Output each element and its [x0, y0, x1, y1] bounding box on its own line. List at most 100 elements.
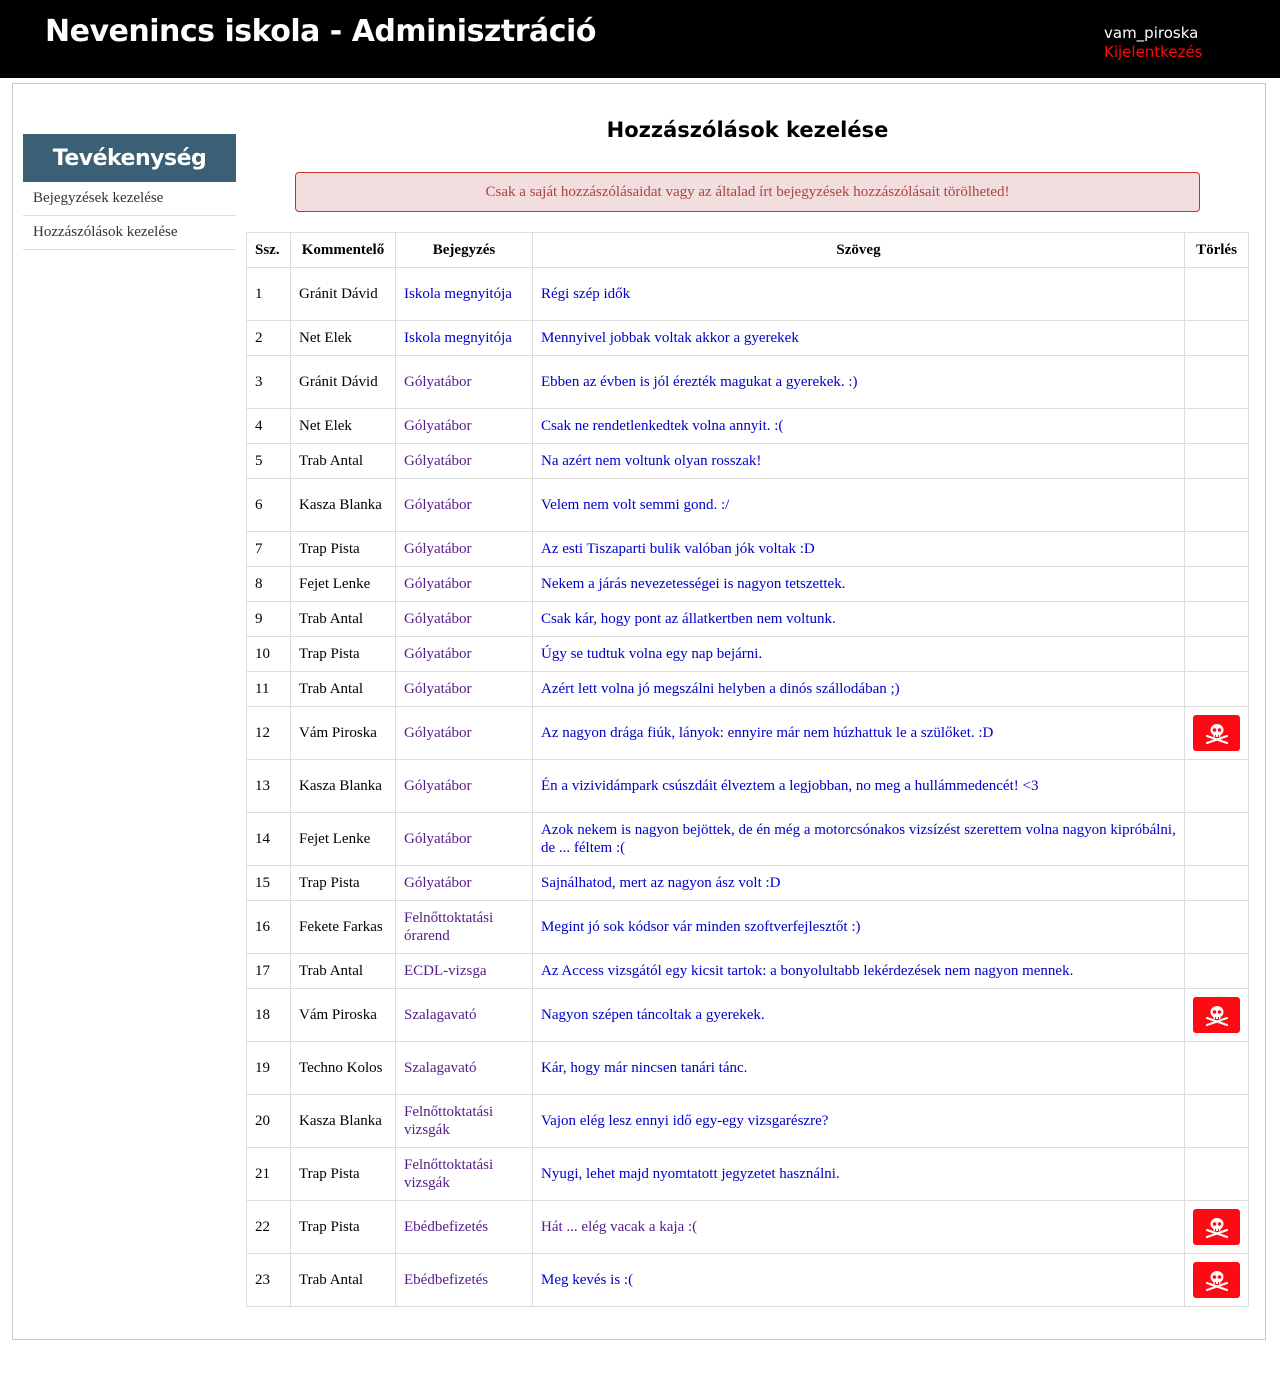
row-post-link[interactable]: ECDL-vizsga [404, 963, 486, 979]
row-text-cell: Csak kár, hogy pont az állatkertben nem … [532, 601, 1185, 637]
row-post-link[interactable]: Gólyatábor [404, 611, 471, 627]
row-author: Trab Antal [290, 953, 396, 989]
row-author: Fekete Farkas [290, 900, 396, 954]
row-text-link[interactable]: Csak ne rendetlenkedtek volna annyit. :( [541, 418, 783, 434]
row-text-link[interactable]: Azok nekem is nagyon bejöttek, de én még… [541, 822, 1176, 856]
row-text-link[interactable]: Ebben az évben is jól érezték magukat a … [541, 374, 858, 390]
row-delete-cell [1184, 706, 1249, 760]
sidebar-item-posts[interactable]: Bejegyzések kezelése [23, 182, 236, 216]
sidebar-item-comments[interactable]: Hozzászólások kezelése [23, 216, 236, 250]
row-author: Trab Antal [290, 671, 396, 707]
row-post-link[interactable]: Gólyatábor [404, 681, 471, 697]
row-post-cell: Gólyatábor [395, 812, 533, 866]
row-text-link[interactable]: Velem nem volt semmi gond. :/ [541, 497, 729, 513]
row-number: 10 [246, 636, 291, 672]
row-delete-cell [1184, 759, 1249, 813]
page-title: Hozzászólások kezelése [606, 118, 889, 142]
row-text-link[interactable]: Megint jó sok kódsor vár minden szoftver… [541, 919, 861, 935]
row-text-link[interactable]: Vajon elég lesz ennyi idő egy-egy vizsga… [541, 1113, 828, 1129]
row-text-link[interactable]: Nyugi, lehet majd nyomtatott jegyzetet h… [541, 1166, 840, 1182]
delete-button[interactable] [1193, 1209, 1240, 1245]
delete-button[interactable] [1193, 1262, 1240, 1298]
delete-button[interactable] [1193, 997, 1240, 1033]
row-author: Trap Pista [290, 531, 396, 567]
row-text-link[interactable]: Az esti Tiszaparti bulik valóban jók vol… [541, 541, 815, 557]
row-post-link[interactable]: Iskola megnyitója [404, 286, 512, 302]
column-header-number: Ssz. [246, 232, 291, 268]
site-title: Nevenincs iskola - Adminisztráció [45, 14, 596, 49]
row-author: Trab Antal [290, 601, 396, 637]
table-row: 7 Trap Pista Gólyatábor Az esti Tiszaparti … [246, 531, 1249, 567]
row-text-link[interactable]: Hát ... elég vacak a kaja :( [541, 1219, 697, 1235]
row-text-cell: Én a vizividámpark csúszdáit élveztem a … [532, 759, 1185, 813]
row-post-link[interactable]: Ebédbefizetés [404, 1219, 488, 1235]
row-text-link[interactable]: Sajnálhatod, mert az nagyon ász volt :D [541, 875, 781, 891]
row-post-link[interactable]: Felnőttoktatási vizsgák [404, 1104, 493, 1138]
row-post-link[interactable]: Szalagavató [404, 1007, 476, 1023]
table-row: 10 Trap Pista Gólyatábor Úgy se tudtuk voln… [246, 636, 1249, 672]
row-author: Fejet Lenke [290, 566, 396, 602]
sidebar: Tevékenység Bejegyzések kezelése Hozzász… [23, 134, 236, 250]
row-post-link[interactable]: Ebédbefizetés [404, 1272, 488, 1288]
top-bar: Nevenincs iskola - Adminisztráció vam_pi… [0, 0, 1280, 78]
row-post-link[interactable]: Gólyatábor [404, 541, 471, 557]
delete-button[interactable] [1193, 715, 1240, 751]
row-text-cell: Az esti Tiszaparti bulik valóban jók vol… [532, 531, 1185, 567]
row-post-link[interactable]: Gólyatábor [404, 725, 471, 741]
row-number: 14 [246, 812, 291, 866]
table-row: 4 Net Elek Gólyatábor Csak ne rendetlenkedt… [246, 408, 1249, 444]
row-number: 15 [246, 865, 291, 901]
row-post-link[interactable]: Gólyatábor [404, 497, 471, 513]
row-text-link[interactable]: Az Access vizsgától egy kicsit tartok: a… [541, 963, 1073, 979]
logout-link[interactable]: Kijelentkezés [1104, 43, 1202, 62]
row-post-cell: Szalagavató [395, 1041, 533, 1095]
row-delete-cell [1184, 408, 1249, 444]
row-post-cell: Gólyatábor [395, 355, 533, 409]
row-text-link[interactable]: Mennyivel jobbak voltak akkor a gyerekek [541, 330, 799, 346]
row-text-link[interactable]: Az nagyon drága fiúk, lányok: ennyire má… [541, 725, 993, 741]
row-post-link[interactable]: Gólyatábor [404, 453, 471, 469]
row-post-link[interactable]: Gólyatábor [404, 646, 471, 662]
row-post-link[interactable]: Iskola megnyitója [404, 330, 512, 346]
row-text-link[interactable]: Én a vizividámpark csúszdáit élveztem a … [541, 778, 1038, 794]
row-text-link[interactable]: Kár, hogy már nincsen tanári tánc. [541, 1060, 747, 1076]
row-post-cell: Ebédbefizetés [395, 1253, 533, 1307]
row-number: 4 [246, 408, 291, 444]
table-row: 5 Trab Antal Gólyatábor Na azért nem voltun… [246, 443, 1249, 479]
row-post-link[interactable]: Szalagavató [404, 1060, 476, 1076]
row-delete-cell [1184, 267, 1249, 321]
row-post-link[interactable]: Felnőttoktatási vizsgák [404, 1157, 493, 1191]
table-body: 1 Gránit Dávid Iskola megnyitója Régi szép … [246, 267, 1249, 1307]
row-post-link[interactable]: Gólyatábor [404, 418, 471, 434]
row-post-link[interactable]: Gólyatábor [404, 576, 471, 592]
row-text-link[interactable]: Azért lett volna jó megszálni helyben a … [541, 681, 900, 697]
username: vam_piroska [1104, 24, 1199, 42]
row-text-link[interactable]: Meg kevés is :( [541, 1272, 633, 1288]
row-author: Fejet Lenke [290, 812, 396, 866]
row-post-cell: Gólyatábor [395, 865, 533, 901]
row-post-link[interactable]: Felnőttoktatási órarend [404, 910, 493, 944]
row-post-cell: Felnőttoktatási vizsgák [395, 1094, 533, 1148]
row-number: 23 [246, 1253, 291, 1307]
row-text-cell: Na azért nem voltunk olyan rosszak! [532, 443, 1185, 479]
row-post-cell: Iskola megnyitója [395, 267, 533, 321]
row-author: Trap Pista [290, 1200, 396, 1254]
row-post-link[interactable]: Gólyatábor [404, 831, 471, 847]
row-number: 12 [246, 706, 291, 760]
row-text-link[interactable]: Úgy se tudtuk volna egy nap bejárni. [541, 646, 762, 662]
row-text-link[interactable]: Csak kár, hogy pont az állatkertben nem … [541, 611, 836, 627]
row-author: Trap Pista [290, 865, 396, 901]
row-text-cell: Kár, hogy már nincsen tanári tánc. [532, 1041, 1185, 1095]
row-text-link[interactable]: Régi szép idők [541, 286, 630, 302]
row-post-link[interactable]: Gólyatábor [404, 778, 471, 794]
table-row: 12 Vám Piroska Gólyatábor Az nagyon drága f… [246, 706, 1249, 760]
row-post-link[interactable]: Gólyatábor [404, 374, 471, 390]
row-text-link[interactable]: Na azért nem voltunk olyan rosszak! [541, 453, 761, 469]
row-author: Trab Antal [290, 443, 396, 479]
skull-crossbones-icon [1204, 722, 1230, 744]
row-post-link[interactable]: Gólyatábor [404, 875, 471, 891]
row-text-link[interactable]: Nagyon szépen táncoltak a gyerekek. [541, 1007, 765, 1023]
row-delete-cell [1184, 478, 1249, 532]
skull-crossbones-icon [1204, 1216, 1230, 1238]
row-text-link[interactable]: Nekem a járás nevezetességei is nagyon t… [541, 576, 845, 592]
